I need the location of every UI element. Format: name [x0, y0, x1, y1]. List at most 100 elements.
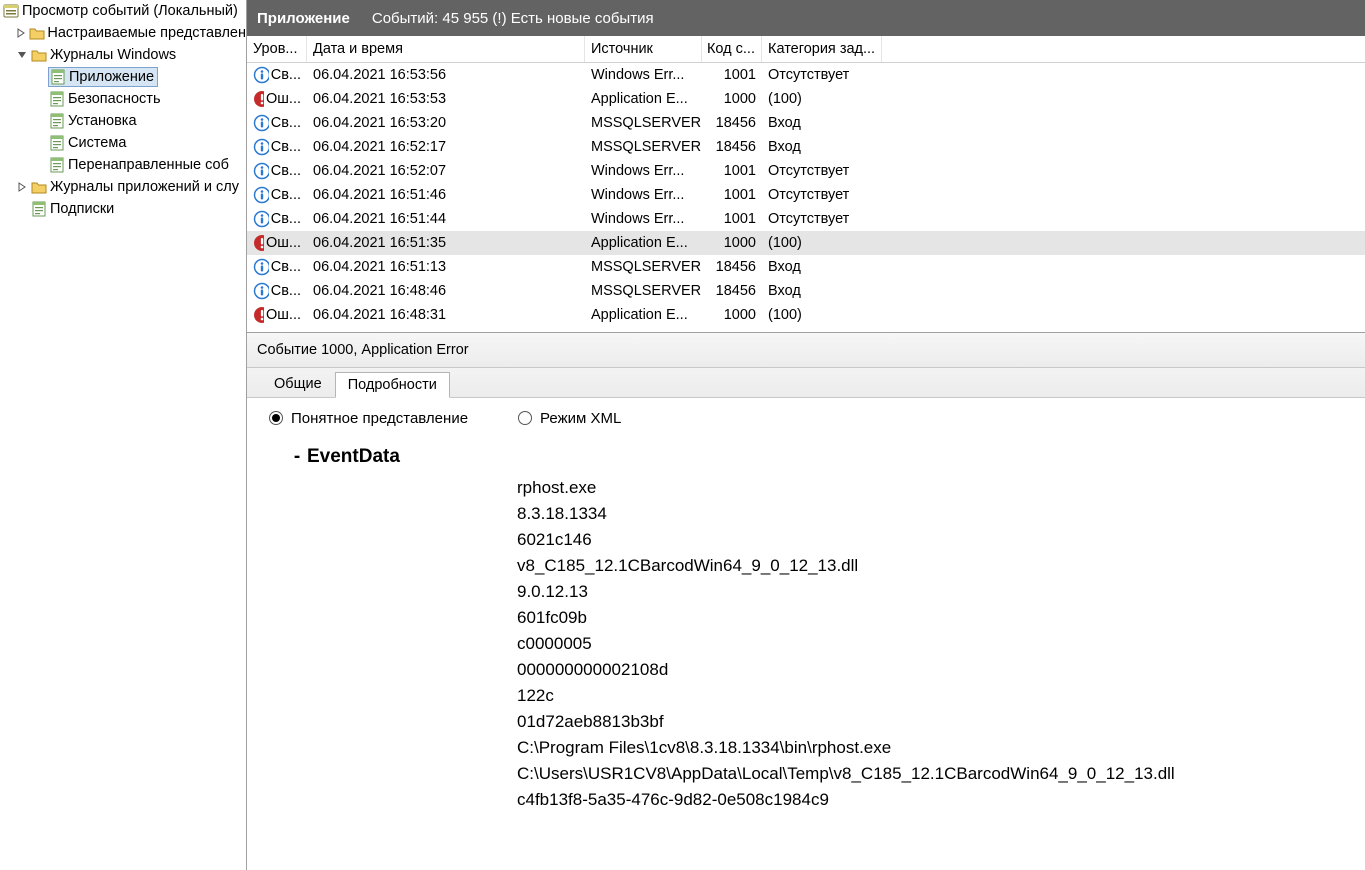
- radio-friendly-view[interactable]: Понятное представление: [269, 410, 468, 427]
- cell-level: Св...: [271, 211, 301, 227]
- tree-item-system[interactable]: Система: [0, 132, 246, 154]
- cell-code: 18456: [702, 111, 762, 135]
- info-icon: [253, 258, 269, 276]
- event-row[interactable]: Св...06.04.2021 16:51:46Windows Err...10…: [247, 183, 1365, 207]
- cell-code: 1001: [702, 159, 762, 183]
- view-mode-radios: Понятное представление Режим XML: [247, 398, 1365, 438]
- cell-source: Application E...: [585, 303, 702, 327]
- event-data-value: rphost.exe: [517, 478, 1365, 498]
- chevron-down-icon[interactable]: [14, 50, 30, 60]
- radio-dot-icon: [518, 411, 532, 425]
- log-icon: [30, 201, 48, 217]
- cell-code: 1001: [702, 207, 762, 231]
- event-row[interactable]: Ош...06.04.2021 16:48:31Application E...…: [247, 303, 1365, 327]
- event-data-value: 8.3.18.1334: [517, 504, 1365, 524]
- radio-label: Понятное представление: [291, 410, 468, 427]
- cell-level: Ош...: [266, 91, 301, 107]
- cell-source: MSSQLSERVER: [585, 255, 702, 279]
- cell-level: Св...: [271, 163, 301, 179]
- tree-label: Приложение: [69, 69, 154, 85]
- tree-app-service-logs[interactable]: Журналы приложений и слу: [0, 176, 246, 198]
- cell-date: 06.04.2021 16:53:20: [307, 111, 585, 135]
- cell-source: Windows Err...: [585, 159, 702, 183]
- event-row[interactable]: Св...06.04.2021 16:53:20MSSQLSERVER18456…: [247, 111, 1365, 135]
- event-data-header[interactable]: - EventData: [287, 446, 1365, 468]
- event-row[interactable]: Св...06.04.2021 16:53:56Windows Err...10…: [247, 63, 1365, 87]
- cell-category: Вход: [762, 111, 882, 135]
- column-header-level[interactable]: Уров...: [247, 36, 307, 62]
- cell-date: 06.04.2021 16:51:44: [307, 207, 585, 231]
- cell-source: Application E...: [585, 231, 702, 255]
- log-icon: [49, 69, 67, 85]
- event-row[interactable]: Св...06.04.2021 16:51:44Windows Err...10…: [247, 207, 1365, 231]
- tree-label: Установка: [68, 113, 137, 129]
- grid-body: Св...06.04.2021 16:53:56Windows Err...10…: [247, 63, 1365, 332]
- cell-category: (100): [762, 303, 882, 327]
- cell-category: Отсутствует: [762, 63, 882, 87]
- event-row[interactable]: Ош...06.04.2021 16:53:53Application E...…: [247, 87, 1365, 111]
- error-icon: [253, 90, 264, 108]
- collapse-toggle-icon[interactable]: -: [287, 446, 307, 468]
- tree-item-application[interactable]: Приложение: [0, 66, 246, 88]
- tab-general[interactable]: Общие: [261, 371, 335, 397]
- chevron-right-icon[interactable]: [14, 182, 30, 192]
- event-row[interactable]: Св...06.04.2021 16:52:07Windows Err...10…: [247, 159, 1365, 183]
- event-row[interactable]: Св...06.04.2021 16:51:13MSSQLSERVER18456…: [247, 255, 1365, 279]
- event-row[interactable]: Ош...06.04.2021 16:51:35Application E...…: [247, 231, 1365, 255]
- column-header-category[interactable]: Категория зад...: [762, 36, 882, 62]
- radio-xml-view[interactable]: Режим XML: [518, 410, 621, 427]
- event-data-value: 601fc09b: [517, 608, 1365, 628]
- tree-item-setup[interactable]: Установка: [0, 110, 246, 132]
- cell-level: Св...: [271, 139, 301, 155]
- radio-dot-icon: [269, 411, 283, 425]
- tree-windows-logs[interactable]: Журналы Windows: [0, 44, 246, 66]
- cell-code: 1000: [702, 231, 762, 255]
- event-data-value: v8_C185_12.1CBarcodWin64_9_0_12_13.dll: [517, 556, 1365, 576]
- tree-subscriptions[interactable]: Подписки: [0, 198, 246, 220]
- cell-category: Вход: [762, 255, 882, 279]
- cell-code: 1001: [702, 183, 762, 207]
- event-row[interactable]: Св...06.04.2021 16:52:17MSSQLSERVER18456…: [247, 135, 1365, 159]
- column-header-source[interactable]: Источник: [585, 36, 702, 62]
- event-detail-title: Событие 1000, Application Error: [257, 342, 469, 358]
- cell-level: Св...: [271, 283, 301, 299]
- grid-header: Уров... Дата и время Источник Код с... К…: [247, 36, 1365, 63]
- events-grid: Уров... Дата и время Источник Код с... К…: [247, 36, 1365, 333]
- cell-level: Св...: [271, 187, 301, 203]
- event-viewer-icon: [2, 3, 20, 19]
- cell-level: Ош...: [266, 235, 301, 251]
- event-row[interactable]: Св...06.04.2021 16:48:46MSSQLSERVER18456…: [247, 279, 1365, 303]
- error-icon: [253, 306, 264, 324]
- tree-label: Журналы приложений и слу: [50, 179, 239, 195]
- cell-code: 18456: [702, 255, 762, 279]
- tab-details[interactable]: Подробности: [335, 372, 450, 398]
- info-icon: [253, 114, 269, 132]
- info-icon: [253, 210, 269, 228]
- radio-label: Режим XML: [540, 410, 621, 427]
- cell-source: MSSQLSERVER: [585, 135, 702, 159]
- event-data-value: C:\Users\USR1CV8\AppData\Local\Temp\v8_C…: [517, 764, 1365, 784]
- tree-label: Настраиваемые представлен: [47, 25, 246, 41]
- log-count-text: Событий: 45 955 (!) Есть новые события: [372, 10, 654, 27]
- cell-category: Отсутствует: [762, 183, 882, 207]
- tree-label: Подписки: [50, 201, 114, 217]
- column-header-code[interactable]: Код с...: [702, 36, 762, 62]
- info-icon: [253, 66, 269, 84]
- tree-item-security[interactable]: Безопасность: [0, 88, 246, 110]
- tree-root[interactable]: Просмотр событий (Локальный): [0, 0, 246, 22]
- column-header-date[interactable]: Дата и время: [307, 36, 585, 62]
- tree-custom-views[interactable]: Настраиваемые представлен: [0, 22, 246, 44]
- info-icon: [253, 162, 269, 180]
- cell-source: MSSQLSERVER: [585, 279, 702, 303]
- cell-date: 06.04.2021 16:53:56: [307, 63, 585, 87]
- info-icon: [253, 138, 269, 156]
- event-data-value: 9.0.12.13: [517, 582, 1365, 602]
- event-data-value: 6021c146: [517, 530, 1365, 550]
- folder-icon: [29, 25, 46, 41]
- event-data-value: c0000005: [517, 634, 1365, 654]
- tree-item-forwarded[interactable]: Перенаправленные соб: [0, 154, 246, 176]
- chevron-right-icon[interactable]: [14, 28, 29, 38]
- log-icon: [48, 135, 66, 151]
- log-header-bar: Приложение Событий: 45 955 (!) Есть новы…: [247, 0, 1365, 36]
- event-data-value: C:\Program Files\1cv8\8.3.18.1334\bin\rp…: [517, 738, 1365, 758]
